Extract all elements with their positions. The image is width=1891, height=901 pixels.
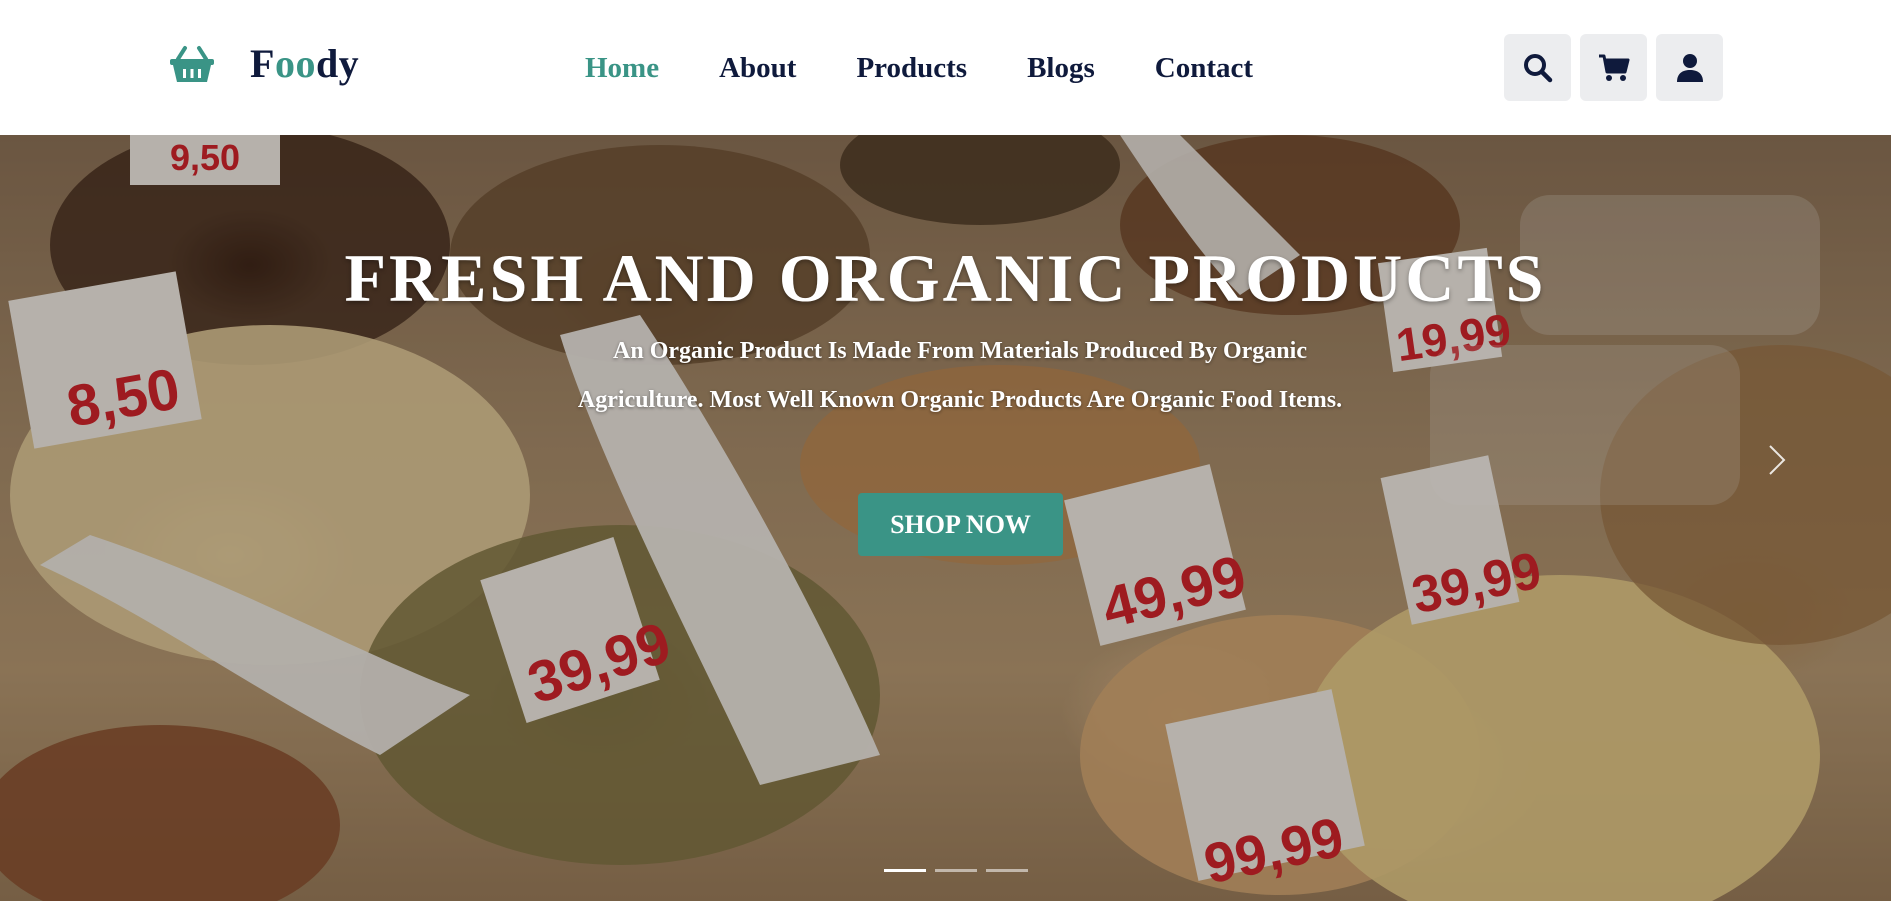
hero-carousel: 39,99 49,99 39,99 8,50 99,99 19,99 9,50 … [0, 135, 1891, 901]
carousel-indicators [884, 869, 1028, 872]
account-button[interactable] [1656, 34, 1723, 101]
main-nav: Home About Products Blogs Contact [585, 44, 1253, 92]
brand-logo[interactable]: Foody [168, 40, 359, 88]
nav-about[interactable]: About [719, 44, 796, 92]
shop-now-button[interactable]: SHOP NOW [858, 493, 1063, 556]
user-icon [1676, 53, 1703, 82]
carousel-indicator-3[interactable] [986, 869, 1028, 872]
nav-contact[interactable]: Contact [1155, 44, 1253, 92]
search-button[interactable] [1504, 34, 1571, 101]
brand-name-accent: oo [274, 41, 316, 86]
shopping-basket-icon [170, 46, 214, 82]
hero-title: FRESH AND ORGANIC PRODUCTS [344, 240, 1547, 316]
brand-name: Foody [250, 40, 359, 88]
carousel-next-button[interactable] [1762, 435, 1792, 485]
header-actions [1504, 34, 1723, 101]
search-icon [1523, 53, 1552, 82]
nav-products[interactable]: Products [856, 44, 967, 92]
carousel-indicator-1[interactable] [884, 869, 926, 872]
nav-blogs[interactable]: Blogs [1027, 44, 1095, 92]
carousel-indicator-2[interactable] [935, 869, 977, 872]
nav-home[interactable]: Home [585, 44, 659, 92]
chevron-right-icon [1769, 445, 1786, 475]
site-header: Foody Home About Products Blogs Contact [0, 0, 1891, 135]
cart-button[interactable] [1580, 34, 1647, 101]
brand-name-last: dy [315, 41, 360, 86]
brand-name-first: F [250, 41, 275, 86]
hero-description: An Organic Product Is Made From Material… [577, 338, 1343, 413]
cart-icon [1598, 54, 1629, 81]
